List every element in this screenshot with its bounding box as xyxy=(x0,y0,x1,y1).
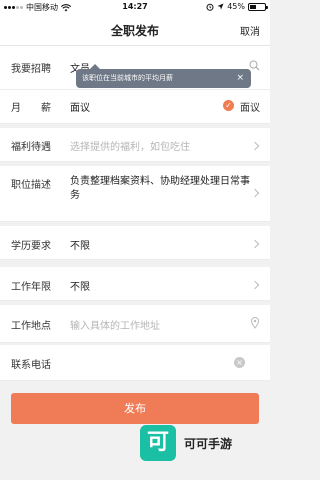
description-label: 职位描述 xyxy=(11,180,51,191)
tooltip-text: 该职位在当前城市的平均月薪 xyxy=(82,74,173,82)
education-value[interactable]: 不限 xyxy=(70,237,90,252)
tooltip-close-icon[interactable]: × xyxy=(236,69,244,88)
phone-row[interactable]: 联系电话 × xyxy=(0,345,270,381)
cancel-button[interactable]: 取消 xyxy=(240,23,260,38)
location-row[interactable]: 工作地点 输入具体的工作地址 xyxy=(0,305,270,343)
job-label: 我要招聘 xyxy=(11,64,51,75)
negotiable-check-icon[interactable]: ✓ xyxy=(223,100,234,111)
page-title: 全职发布 xyxy=(110,24,159,38)
salary-row[interactable]: 月 薪 面议 ✓ 面议 xyxy=(0,90,270,124)
education-row[interactable]: 学历要求 不限 xyxy=(0,226,270,260)
salary-label: 月 薪 xyxy=(11,103,51,114)
chevron-right-icon xyxy=(250,280,260,290)
experience-label: 工作年限 xyxy=(11,282,51,293)
status-right: 45% xyxy=(206,2,268,11)
nav-bar: 全职发布 取消 xyxy=(0,14,270,46)
benefits-placeholder[interactable]: 选择提供的福利，如包吃住 xyxy=(70,138,190,153)
experience-value[interactable]: 不限 xyxy=(70,278,90,293)
negotiable-option-label[interactable]: 面议 xyxy=(240,99,260,114)
phone-label: 联系电话 xyxy=(11,360,51,371)
salary-value[interactable]: 面议 xyxy=(70,99,90,114)
watermark-text: 可可手游 xyxy=(184,436,233,451)
location-arrow-icon xyxy=(217,3,224,10)
clear-icon[interactable]: × xyxy=(234,357,245,368)
watermark: 可 可可手游 xyxy=(140,425,232,461)
description-value[interactable]: 负责整理档案资料、协助经理处理日常事务 xyxy=(70,175,250,203)
salary-tooltip: 该职位在当前城市的平均月薪 × xyxy=(76,64,251,88)
battery-icon xyxy=(248,2,268,11)
phone-input[interactable] xyxy=(70,356,220,370)
experience-row[interactable]: 工作年限 不限 xyxy=(0,267,270,301)
benefits-row[interactable]: 福利待遇 选择提供的福利，如包吃住 xyxy=(0,128,270,162)
publish-button[interactable]: 发布 xyxy=(11,393,259,424)
location-label: 工作地点 xyxy=(11,321,51,332)
watermark-logo: 可 xyxy=(140,425,176,461)
battery-percent: 45% xyxy=(227,2,245,11)
map-pin-icon[interactable] xyxy=(251,317,259,329)
alarm-icon xyxy=(206,3,214,11)
search-icon[interactable] xyxy=(249,60,260,71)
benefits-label: 福利待遇 xyxy=(11,142,51,153)
education-label: 学历要求 xyxy=(11,241,51,252)
chevron-right-icon xyxy=(250,141,260,151)
chevron-right-icon xyxy=(250,188,260,198)
status-bar: 中国移动 14:27 45% xyxy=(0,0,270,14)
location-input[interactable]: 输入具体的工作地址 xyxy=(70,317,160,332)
chevron-right-icon xyxy=(250,239,260,249)
description-row[interactable]: 职位描述 负责整理档案资料、协助经理处理日常事务 xyxy=(0,166,270,222)
